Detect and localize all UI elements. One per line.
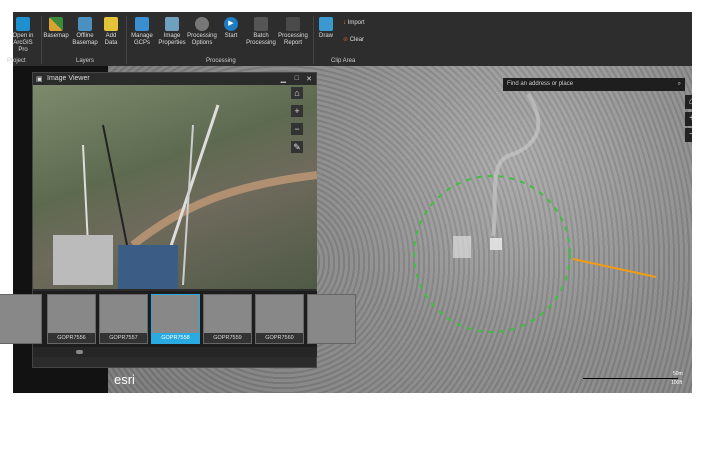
- batch-processing-icon: [254, 17, 268, 31]
- thumbnail-partial[interactable]: [0, 294, 42, 344]
- photo-content: [53, 104, 318, 289]
- report-icon: [286, 17, 300, 31]
- group-label-clip-area: Clip Area: [331, 58, 356, 64]
- import-button[interactable]: ↓ Import: [343, 20, 365, 26]
- close-button[interactable]: ✕: [306, 75, 312, 83]
- search-input[interactable]: Find an address or place ⌕: [503, 78, 685, 91]
- app-window: Open in ArcGIS Pro Project Basemap Offli…: [0, 12, 692, 393]
- arcgis-pro-icon: [16, 17, 30, 31]
- minimize-button[interactable]: ▁: [281, 75, 286, 83]
- home-button[interactable]: ⌂: [685, 95, 692, 109]
- thumbnail[interactable]: GOPR7556: [47, 294, 96, 344]
- processing-report-button[interactable]: Processing Report: [278, 17, 308, 47]
- manage-gcps-button[interactable]: Manage GCPs: [128, 17, 156, 47]
- thumbnail-partial[interactable]: [307, 294, 356, 344]
- add-data-button[interactable]: Add Data: [101, 17, 121, 47]
- batch-processing-button[interactable]: Batch Processing: [246, 17, 276, 47]
- zoom-out-button[interactable]: −: [685, 128, 692, 142]
- thumbnail[interactable]: GOPR7559: [203, 294, 252, 344]
- image-properties-icon: [165, 17, 179, 31]
- add-data-icon: [104, 17, 118, 31]
- search-icon[interactable]: ⌕: [678, 81, 681, 88]
- processing-options-button[interactable]: Processing Options: [187, 17, 217, 47]
- scale-imperial: 100ft: [671, 380, 683, 386]
- group-label-processing: Processing: [206, 58, 236, 64]
- draw-button[interactable]: Draw: [316, 17, 336, 40]
- ribbon: Open in ArcGIS Pro Project Basemap Offli…: [7, 12, 692, 66]
- offline-basemap-button[interactable]: Offline Basemap: [71, 17, 99, 47]
- viewer-home-button[interactable]: ⌂: [291, 87, 303, 99]
- gear-icon: [195, 17, 209, 31]
- road: [491, 92, 541, 237]
- group-label-project: Project: [7, 58, 26, 64]
- viewer-zoom-in-button[interactable]: +: [291, 105, 303, 117]
- image-viewer-titlebar[interactable]: ▣ Image Viewer ▁ □ ✕: [33, 73, 316, 85]
- building: [453, 236, 471, 258]
- esri-logo: esri: [114, 372, 135, 387]
- start-button[interactable]: ▶ Start: [221, 17, 241, 40]
- open-in-arcgis-pro-button[interactable]: Open in ArcGIS Pro: [9, 17, 37, 54]
- image-viewer-window: ▣ Image Viewer ▁ □ ✕ ⌂ + − ✎ GOPR7556 GOP…: [0, 72, 356, 368]
- clip-circle[interactable]: [413, 175, 571, 333]
- play-icon: ▶: [224, 17, 238, 31]
- thumbnail[interactable]: GOPR7560: [255, 294, 304, 344]
- divider: [126, 16, 127, 64]
- group-label-layers: Layers: [76, 58, 95, 64]
- thumbnail-selected[interactable]: GOPR7558: [151, 294, 200, 344]
- thumbnail-strip: GOPR7556 GOPR7557 GOPR7558 GOPR7559 GOPR…: [0, 291, 356, 347]
- draw-icon: [319, 17, 333, 31]
- building: [490, 238, 502, 250]
- path-line: [572, 258, 657, 278]
- clear-button[interactable]: ⊗ Clear: [343, 36, 364, 43]
- viewer-zoom-out-button[interactable]: −: [291, 123, 303, 135]
- scrollbar-thumb[interactable]: [76, 350, 83, 354]
- zoom-in-button[interactable]: +: [685, 112, 692, 126]
- manage-gcps-icon: [135, 17, 149, 31]
- basemap-button[interactable]: Basemap: [43, 17, 69, 40]
- viewer-icon: ▣: [36, 76, 43, 83]
- maximize-button[interactable]: □: [295, 75, 299, 82]
- viewer-pencil-button[interactable]: ✎: [291, 141, 303, 153]
- divider: [41, 16, 42, 64]
- divider: [313, 16, 314, 64]
- scale-bar: [583, 378, 678, 379]
- image-properties-button[interactable]: Image Properties: [158, 17, 186, 47]
- clear-icon: ⊗: [343, 37, 349, 43]
- scale-metric: 50m: [673, 371, 683, 377]
- offline-basemap-icon: [78, 17, 92, 31]
- thumbnail[interactable]: GOPR7557: [99, 294, 148, 344]
- basemap-icon: [49, 17, 63, 31]
- thumbnail-scrollbar[interactable]: [33, 347, 317, 357]
- import-arrow-icon: ↓: [343, 20, 346, 26]
- drone-photo[interactable]: ⌂ + − ✎: [33, 85, 318, 289]
